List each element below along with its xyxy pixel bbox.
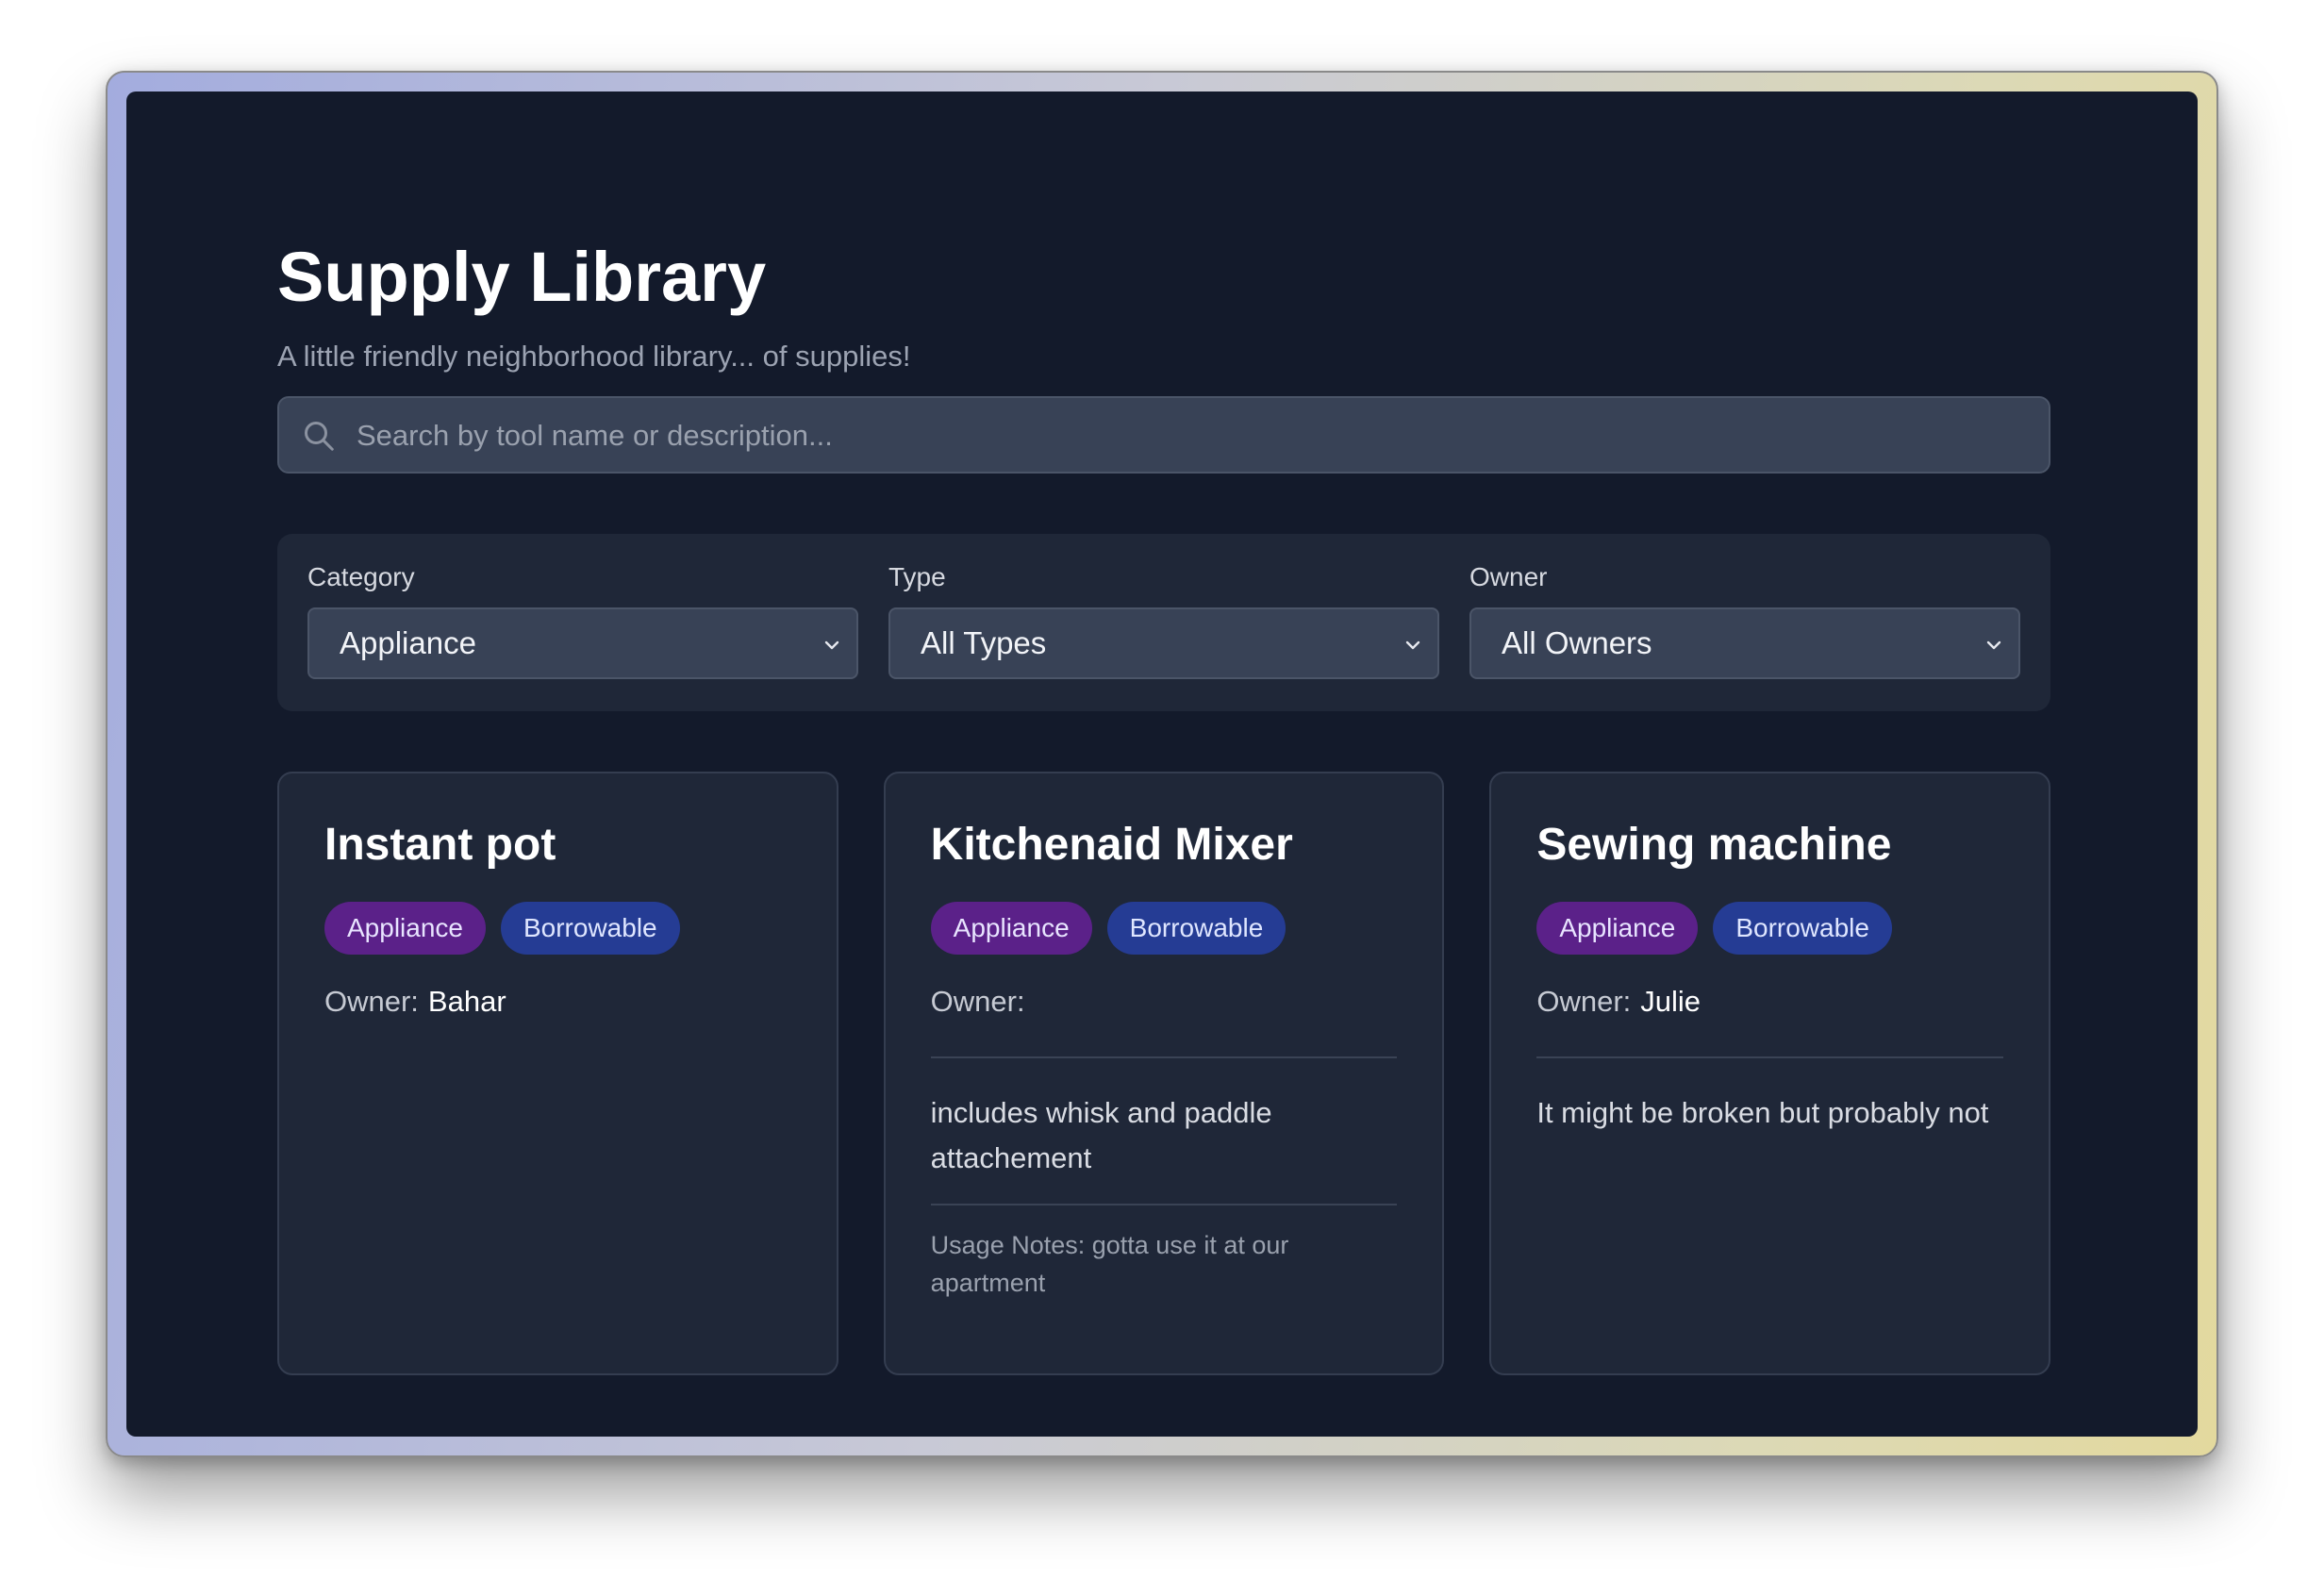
type-select[interactable]: All Types	[888, 607, 1439, 680]
supply-cards: Instant pot Appliance Borrowable Owner: B…	[277, 772, 2051, 1376]
card-owner: Owner: Bahar	[324, 987, 791, 1019]
page-title: Supply Library	[277, 238, 767, 316]
card-divider	[930, 1056, 1398, 1059]
filter-owner-label: Owner	[1469, 562, 1548, 592]
filter-owner: Owner All Owners	[1469, 564, 2020, 681]
card-divider	[1536, 1056, 2004, 1059]
card-title: Instant pot	[324, 820, 556, 871]
search-box[interactable]	[277, 396, 2050, 474]
app-container: Supply Library A little friendly neighbo…	[126, 91, 2198, 1437]
category-select[interactable]: Appliance	[307, 607, 858, 680]
card-title: Sewing machine	[1536, 820, 1892, 871]
supply-card[interactable]: Kitchenaid Mixer Appliance Borrowable Ow…	[883, 772, 1445, 1376]
supply-card[interactable]: Sewing machine Appliance Borrowable Owne…	[1489, 772, 2051, 1376]
chevron-down-icon	[1405, 640, 1420, 650]
type-tag: Borrowable	[500, 902, 680, 956]
owner-label: Owner:	[930, 985, 1025, 1019]
supply-card[interactable]: Instant pot Appliance Borrowable Owner: B…	[277, 772, 838, 1376]
category-tag: Appliance	[930, 902, 1092, 956]
chevron-down-icon	[824, 640, 839, 650]
type-tag: Borrowable	[1713, 902, 1892, 956]
card-tags: Appliance Borrowable	[324, 902, 791, 956]
category-tag: Appliance	[1536, 902, 1699, 956]
owner-select[interactable]: All Owners	[1469, 607, 2020, 680]
card-owner: Owner: Julie	[1536, 987, 2003, 1019]
card-usage-notes: Usage Notes: gotta use it at our apartme…	[930, 1231, 1289, 1298]
card-description: includes whisk and paddle attachement	[930, 1096, 1272, 1175]
card-tags: Appliance Borrowable	[930, 902, 1398, 956]
card-divider	[930, 1204, 1398, 1206]
owner-name: Bahar	[427, 985, 506, 1019]
owner-select-value: All Owners	[1502, 625, 1652, 661]
card-description: It might be broken but probably not	[1536, 1096, 1989, 1130]
filter-category: Category Appliance	[307, 564, 858, 681]
main-content: Supply Library A little friendly neighbo…	[277, 238, 2051, 1376]
type-select-value: All Types	[921, 625, 1047, 661]
search-input[interactable]	[355, 398, 2030, 474]
filter-type-label: Type	[888, 562, 946, 592]
card-title: Kitchenaid Mixer	[930, 820, 1293, 871]
owner-name: Julie	[1640, 985, 1702, 1019]
card-owner: Owner:	[931, 987, 1398, 1019]
filter-type: Type All Types	[888, 564, 1439, 681]
card-tags: Appliance Borrowable	[1536, 902, 2003, 956]
window-frame: Supply Library A little friendly neighbo…	[106, 71, 2218, 1457]
category-tag: Appliance	[324, 902, 486, 956]
owner-label: Owner:	[324, 985, 419, 1019]
chevron-down-icon	[1986, 640, 2001, 650]
filters-panel: Category Appliance Type All Types Owner …	[277, 534, 2050, 712]
owner-label: Owner:	[1536, 985, 1632, 1019]
search-icon	[305, 422, 334, 451]
type-tag: Borrowable	[1106, 902, 1286, 956]
page-subtitle: A little friendly neighborhood library..…	[277, 340, 911, 373]
category-select-value: Appliance	[340, 625, 476, 661]
filter-category-label: Category	[307, 562, 415, 592]
